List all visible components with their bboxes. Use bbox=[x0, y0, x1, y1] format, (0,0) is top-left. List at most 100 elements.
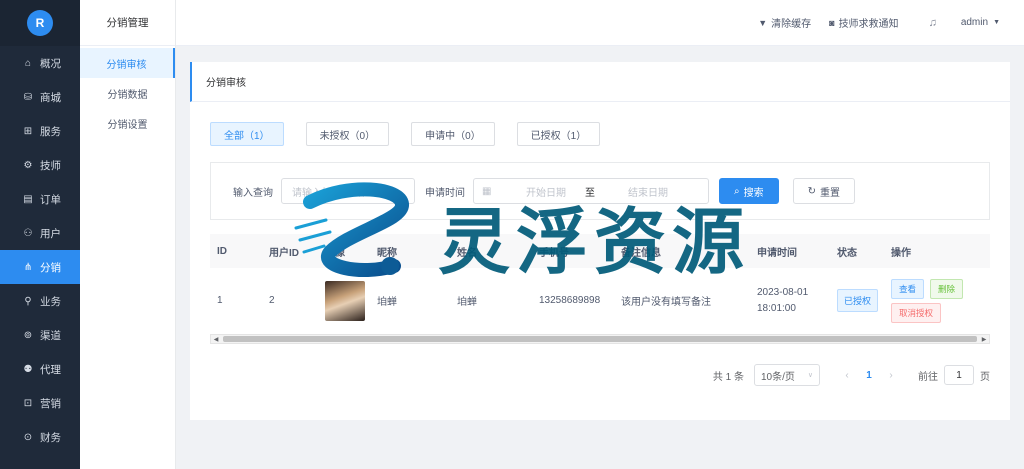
scroll-left-icon[interactable]: ◀ bbox=[211, 336, 221, 343]
column-header: 申请时间 bbox=[750, 234, 830, 268]
submenu-item-0[interactable]: 分销审核 bbox=[80, 48, 175, 78]
sidebar-item-10[interactable]: ⊡ 营销 bbox=[0, 386, 80, 420]
username: admin bbox=[960, 17, 989, 28]
sidebar-item-11[interactable]: ⊙ 财务 bbox=[0, 420, 80, 454]
marketing-icon: ⊡ bbox=[23, 397, 33, 409]
cell-remark: 该用户没有填写备注 bbox=[614, 268, 750, 335]
apply-date: 2023-08-01 bbox=[757, 286, 809, 298]
service-icon: ⊞ bbox=[23, 125, 33, 137]
sidebar-item-8[interactable]: ⊚ 渠道 bbox=[0, 318, 80, 352]
reset-button-label: 重置 bbox=[820, 187, 840, 199]
caret-down-icon: ▼ bbox=[993, 19, 1000, 26]
prev-page-icon[interactable]: ‹ bbox=[836, 370, 858, 381]
sidebar-item-label: 订单 bbox=[40, 193, 61, 206]
search-icon: ⌕ bbox=[734, 185, 740, 197]
column-header: 头像 bbox=[318, 234, 370, 268]
app-logo[interactable]: R bbox=[27, 10, 53, 36]
bell-icon[interactable]: ♫ bbox=[929, 17, 937, 29]
avatar bbox=[325, 280, 365, 321]
sidebar-item-7[interactable]: ⚲ 业务 bbox=[0, 284, 80, 318]
sidebar-item-9[interactable]: ⚉ 代理 bbox=[0, 352, 80, 386]
delete-button[interactable]: 删除 bbox=[930, 278, 964, 299]
scroll-thumb[interactable] bbox=[223, 336, 977, 342]
submenu-item-1[interactable]: 分销数据 bbox=[80, 78, 175, 108]
tab-0[interactable]: 全部（1） bbox=[210, 122, 284, 146]
next-page-icon[interactable]: › bbox=[880, 370, 902, 381]
tab-2[interactable]: 申请中（0） bbox=[411, 122, 495, 146]
tab-3[interactable]: 已授权（1） bbox=[516, 122, 601, 146]
column-header: 状态 bbox=[830, 234, 884, 268]
horizontal-scrollbar[interactable]: ◀ ▶ bbox=[210, 334, 990, 344]
column-header: 操作 bbox=[884, 234, 990, 268]
sidebar-item-label: 代理 bbox=[40, 363, 61, 376]
column-header: ID bbox=[210, 234, 262, 268]
page-size-select[interactable]: 10条/页 ∨ bbox=[754, 364, 820, 386]
end-date-input[interactable]: 结束日期 bbox=[618, 184, 678, 199]
distribution-icon: ⋔ bbox=[23, 261, 33, 273]
sidebar-item-label: 业务 bbox=[40, 295, 61, 308]
submenu-panel: 分销管理 分销审核 分销数据 分销设置 bbox=[80, 0, 176, 469]
distribution-table: ID 用户ID 头像 昵称 姓名 手机号 备注信息 申请时间 状态 操作 1 2 垍蝉 垍蝉 13… bbox=[210, 234, 990, 335]
clear-cache-button[interactable]: ▼ 清除缓存 bbox=[758, 15, 812, 31]
sidebar-item-label: 渠道 bbox=[40, 329, 61, 342]
sidebar-item-label: 用户 bbox=[40, 227, 61, 240]
submenu-item-2[interactable]: 分销设置 bbox=[80, 108, 175, 138]
clear-cache-label: 清除缓存 bbox=[771, 19, 812, 30]
reset-button[interactable]: ↻ 重置 bbox=[792, 178, 855, 204]
search-button[interactable]: ⌕ 搜索 bbox=[719, 178, 779, 204]
submenu-title: 分销管理 bbox=[80, 0, 175, 46]
sidebar-item-label: 商城 bbox=[40, 91, 61, 104]
goto-page-input[interactable]: 1 bbox=[944, 365, 974, 385]
column-header: 用户ID bbox=[262, 234, 318, 268]
sidebar-item-label: 服务 bbox=[40, 125, 61, 138]
search-input[interactable]: 请输入姓名/电话 bbox=[281, 178, 415, 204]
cell-avatar bbox=[318, 268, 370, 335]
search-button-label: 搜索 bbox=[743, 187, 764, 199]
goto-prefix: 前往 bbox=[918, 371, 938, 383]
scroll-right-icon[interactable]: ▶ bbox=[979, 336, 989, 343]
table-header-row: ID 用户ID 头像 昵称 姓名 手机号 备注信息 申请时间 状态 操作 bbox=[210, 234, 990, 268]
time-label: 申请时间 bbox=[425, 187, 465, 199]
sidebar-item-0[interactable]: ⌂ 概况 bbox=[0, 46, 80, 80]
business-icon: ⚲ bbox=[24, 295, 32, 307]
sidebar-item-2[interactable]: ⊞ 服务 bbox=[0, 114, 80, 148]
view-button[interactable]: 查看 bbox=[891, 278, 925, 299]
user-menu[interactable]: admin ▼ bbox=[961, 17, 1000, 28]
total-count: 共 1 条 bbox=[712, 371, 744, 383]
sidebar-item-6[interactable]: ⋔ 分销 bbox=[0, 250, 80, 284]
column-header: 昵称 bbox=[370, 234, 450, 268]
start-date-input[interactable]: 开始日期 bbox=[516, 184, 576, 199]
sidebar-item-3[interactable]: ⚙ 技师 bbox=[0, 148, 80, 182]
status-badge: 已授权 bbox=[837, 289, 879, 313]
cell-phone: 13258689898 bbox=[532, 268, 614, 335]
sidebar-item-1[interactable]: ⛁ 商城 bbox=[0, 80, 80, 114]
cell-user-id: 2 bbox=[262, 268, 318, 335]
sidebar-item-5[interactable]: ⚇ 用户 bbox=[0, 216, 80, 250]
logo-area: R bbox=[0, 0, 80, 46]
main-sidebar: R ⌂ 概况 ⛁ 商城 ⊞ 服务 ⚙ 技师 ▤ 订单 ⚇ 用户 ⋔ 分销 ⚲ 业务 ⊚ 渠道 ⚉ 代理 ⊡ 营销 ⊙ 财务 bbox=[0, 0, 80, 469]
sidebar-nav: ⌂ 概况 ⛁ 商城 ⊞ 服务 ⚙ 技师 ▤ 订单 ⚇ 用户 ⋔ 分销 ⚲ 业务 ⊚ 渠道 ⚉ 代理 ⊡ 营销 ⊙ 财务 bbox=[0, 46, 80, 454]
refresh-icon: ↻ bbox=[807, 185, 816, 197]
alarm-icon: ◙ bbox=[829, 17, 835, 28]
date-range-picker[interactable]: ▦ 开始日期 至 结束日期 bbox=[473, 178, 709, 204]
sidebar-item-label: 分销 bbox=[40, 261, 61, 274]
revoke-button[interactable]: 取消授权 bbox=[891, 302, 942, 323]
sidebar-item-4[interactable]: ▤ 订单 bbox=[0, 182, 80, 216]
filter-bar: 输入查询 请输入姓名/电话 申请时间 ▦ 开始日期 至 结束日期 ⌕ 搜索 ↻ … bbox=[210, 162, 990, 220]
cell-apply-time: 2023-08-01 18:01:00 bbox=[750, 268, 830, 335]
goto-suffix: 页 bbox=[980, 371, 990, 383]
page-size-value: 10条/页 bbox=[761, 371, 795, 383]
current-page[interactable]: 1 bbox=[858, 370, 880, 381]
table-row: 1 2 垍蝉 垍蝉 13258689898 该用户没有填写备注 2023-08-… bbox=[210, 268, 990, 335]
order-icon: ▤ bbox=[23, 193, 33, 205]
tab-1[interactable]: 未授权（0） bbox=[305, 122, 390, 146]
tech-notify-button[interactable]: ◙ 技师求救通知 bbox=[829, 15, 898, 31]
range-separator: 至 bbox=[585, 187, 595, 199]
content-card: 分销审核 全部（1） 未授权（0） 申请中（0） 已授权（1） 输入查询 请输入姓名/… bbox=[190, 62, 1010, 420]
cell-name: 垍蝉 bbox=[450, 268, 532, 335]
query-label: 输入查询 bbox=[233, 187, 273, 199]
cell-actions: 查看 删除 取消授权 bbox=[884, 268, 990, 335]
finance-icon: ⊙ bbox=[23, 431, 33, 443]
sidebar-item-label: 概况 bbox=[40, 57, 61, 70]
home-icon: ⌂ bbox=[24, 57, 32, 69]
